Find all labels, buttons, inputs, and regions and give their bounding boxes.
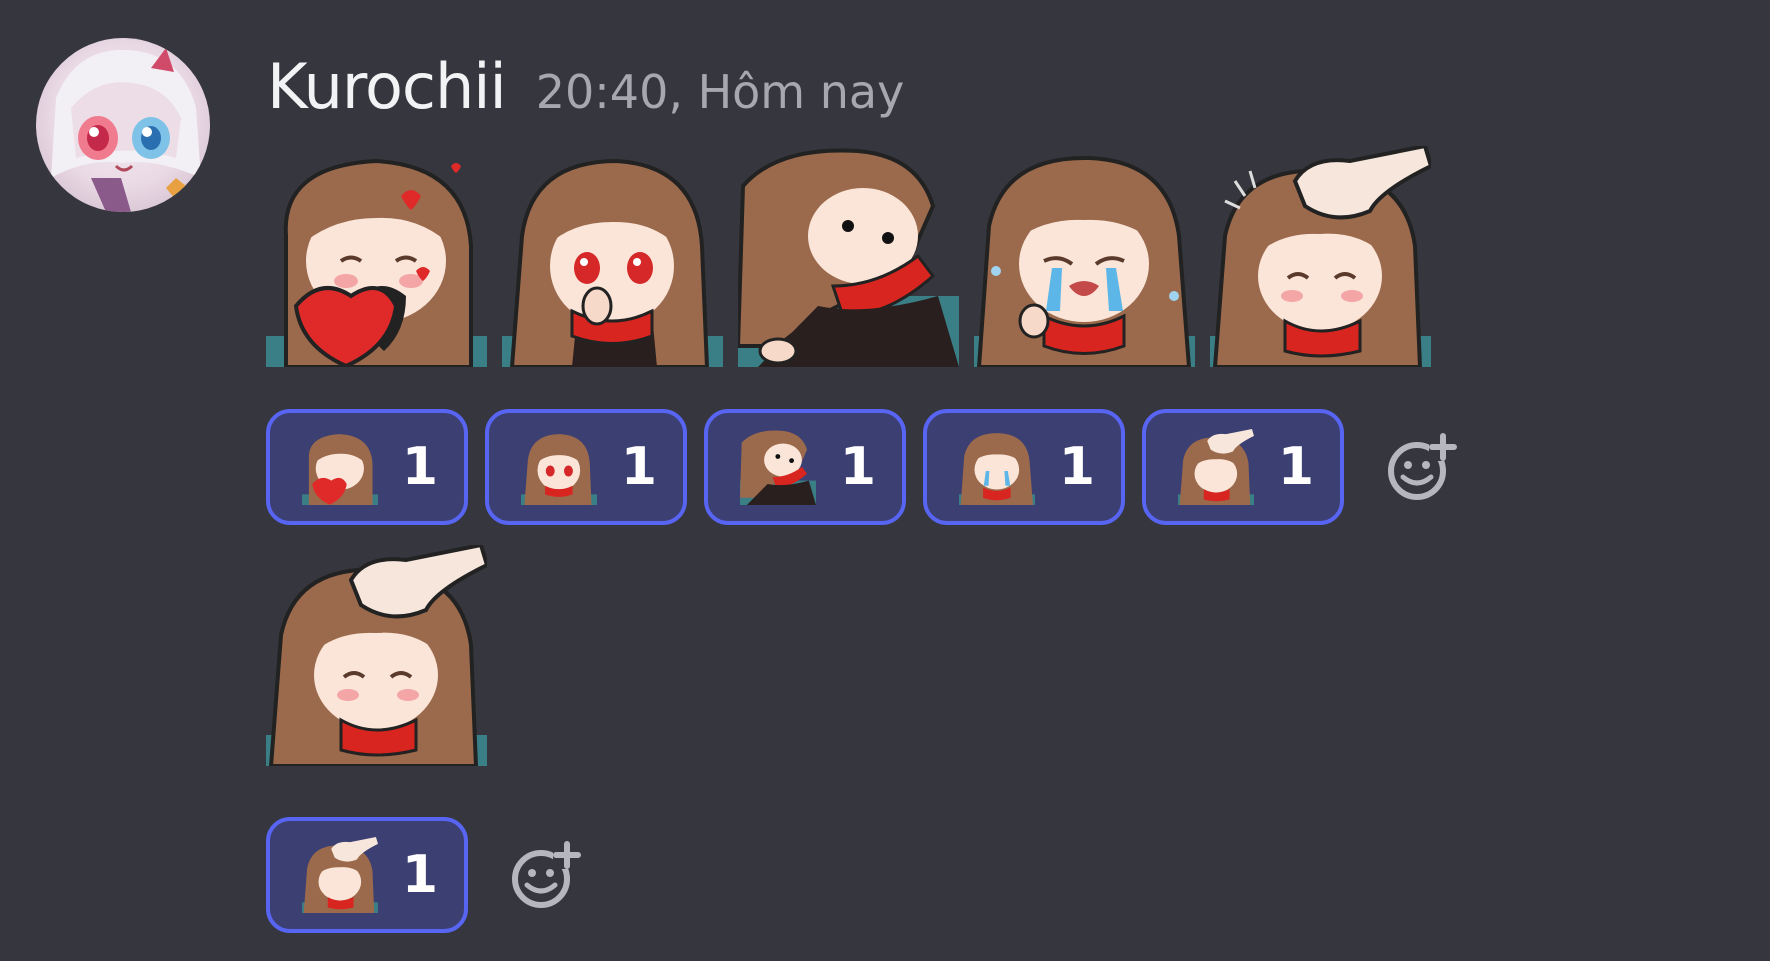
sticker-dot-eyes-reach-icon	[740, 429, 816, 505]
sticker-red-eyes-hand-icon	[521, 429, 597, 505]
sticker-headpat-icon	[1178, 429, 1254, 505]
sticker-heart-hug-icon	[266, 158, 487, 367]
reaction-count: 1	[620, 437, 657, 497]
add-reaction-button[interactable]	[505, 835, 585, 915]
reaction-chip[interactable]: 1	[1142, 409, 1344, 525]
sticker-headpat-icon	[302, 837, 378, 913]
sticker-headpat[interactable]	[1210, 146, 1431, 367]
reaction-count: 1	[401, 437, 438, 497]
user-avatar[interactable]	[36, 38, 210, 212]
reaction-bar: 1	[266, 817, 585, 933]
reaction-chip[interactable]: 1	[266, 409, 468, 525]
sticker-heart-hug[interactable]	[266, 146, 487, 367]
sticker-red-eyes-hand[interactable]	[502, 146, 723, 367]
username[interactable]: Kurochii	[267, 50, 507, 123]
sticker-heart-hug-icon	[302, 429, 378, 505]
reaction-count: 1	[1277, 437, 1314, 497]
reaction-count: 1	[839, 437, 876, 497]
chat-message: Kurochii 20:40, Hôm nay 1 1 1 1 1 1	[0, 0, 1770, 961]
sticker-headpat[interactable]	[266, 545, 487, 766]
message-header: Kurochii 20:40, Hôm nay	[267, 50, 904, 130]
reaction-chip[interactable]: 1	[704, 409, 906, 525]
sticker-headpat-icon	[1210, 146, 1431, 367]
add-reaction-button[interactable]	[1381, 427, 1461, 507]
sticker-row	[266, 146, 1431, 367]
timestamp: 20:40, Hôm nay	[535, 65, 905, 119]
reaction-chip[interactable]: 1	[923, 409, 1125, 525]
sticker-headpat-icon	[266, 545, 487, 766]
sticker-red-eyes-hand-icon	[502, 158, 723, 367]
add-reaction-icon	[512, 841, 581, 908]
reaction-bar: 1 1 1 1 1	[266, 409, 1461, 525]
sticker-crying-icon	[974, 155, 1195, 367]
reaction-chip[interactable]: 1	[485, 409, 687, 525]
reaction-chip[interactable]: 1	[266, 817, 468, 933]
reaction-count: 1	[1058, 437, 1095, 497]
sticker-dot-eyes-reach[interactable]	[738, 146, 959, 367]
add-reaction-icon	[1388, 433, 1457, 500]
sticker-dot-eyes-reach-icon	[738, 148, 959, 367]
sticker-crying[interactable]	[974, 146, 1195, 367]
avatar-image	[51, 48, 201, 212]
reaction-count: 1	[401, 845, 438, 905]
sticker-crying-icon	[959, 429, 1035, 505]
